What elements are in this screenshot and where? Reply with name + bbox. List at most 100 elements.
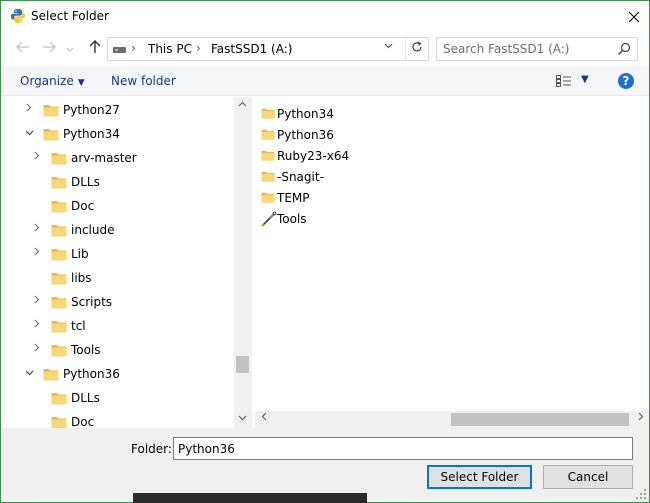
folder-icon	[51, 199, 67, 213]
tree-item[interactable]: Doc	[1, 194, 234, 218]
scroll-right-icon[interactable]	[632, 411, 649, 428]
view-options-icon[interactable]	[556, 75, 572, 87]
chevron-right-icon[interactable]	[31, 222, 43, 236]
folder-icon	[43, 367, 59, 381]
background-taskbar-strip	[133, 493, 367, 503]
tree-item-label: Doc	[71, 415, 95, 428]
view-dropdown-icon[interactable]: ▼	[581, 74, 589, 85]
help-icon[interactable]: ?	[618, 73, 634, 89]
resize-grip-icon[interactable]	[636, 489, 646, 499]
address-bar[interactable]: › This PC › FastSSD1 (A:) ›	[107, 37, 429, 61]
folder-icon	[261, 191, 275, 203]
up-arrow-icon	[89, 40, 101, 53]
tree-item-label: Python34	[63, 127, 120, 141]
list-item[interactable]: -Snagit-	[259, 167, 559, 188]
drive-icon	[113, 47, 126, 53]
tree-item[interactable]: Python34	[1, 122, 234, 146]
chevron-right-icon[interactable]: ›	[131, 41, 136, 55]
folder-icon	[51, 223, 67, 237]
folder-icon	[51, 151, 67, 165]
list-item[interactable]: Ruby23-x64	[259, 146, 559, 167]
tree-item-label: Doc	[71, 199, 95, 213]
list-item-label: -Snagit-	[277, 170, 324, 184]
close-button[interactable]	[619, 1, 649, 32]
select-folder-button[interactable]: Select Folder	[427, 465, 532, 489]
recent-locations-button[interactable]	[63, 40, 77, 58]
chevron-right-icon[interactable]	[31, 294, 43, 308]
list-item[interactable]: Tools	[259, 209, 559, 230]
chevron-right-icon[interactable]	[23, 102, 35, 116]
tree-item[interactable]: arv-master	[1, 146, 234, 170]
tree-item[interactable]: Lib	[1, 242, 234, 266]
refresh-icon	[412, 41, 422, 52]
breadcrumb-this-pc[interactable]: This PC	[148, 42, 192, 56]
folder-icon	[261, 149, 275, 161]
scroll-left-icon[interactable]	[255, 411, 272, 428]
tree-item-label: arv-master	[71, 151, 137, 165]
refresh-button[interactable]	[405, 38, 428, 60]
list-scroll-thumb[interactable]	[451, 413, 629, 426]
chevron-right-icon[interactable]: ›	[196, 41, 201, 55]
organize-button[interactable]: Organize ▼	[20, 74, 85, 88]
python-app-icon	[11, 9, 25, 23]
search-icon	[618, 42, 631, 55]
folder-icon	[51, 295, 67, 309]
folder-icon	[261, 170, 275, 182]
chevron-right-icon[interactable]	[31, 342, 43, 356]
new-folder-button[interactable]: New folder	[111, 74, 176, 88]
search-box[interactable]	[436, 37, 638, 61]
title-bar: Select Folder	[1, 1, 649, 32]
folder-list[interactable]: Python34 Python36 Ruby23-x64 -Snagit- TEMP To…	[255, 97, 649, 411]
tree-item[interactable]: DLLs	[1, 386, 234, 410]
list-item[interactable]: TEMP	[259, 188, 559, 209]
address-dropdown-chevron-icon[interactable]	[384, 41, 393, 52]
chevron-down-icon[interactable]	[23, 366, 35, 380]
breadcrumb-drive[interactable]: FastSSD1 (A:)	[211, 42, 292, 56]
up-button[interactable]	[85, 40, 105, 58]
dialog-footer: Folder: Select Folder Cancel	[1, 428, 649, 502]
list-item-label: Python36	[277, 128, 334, 142]
chevron-right-icon[interactable]	[31, 318, 43, 332]
close-icon	[628, 11, 640, 22]
tree-item[interactable]: libs	[1, 266, 234, 290]
cancel-button[interactable]: Cancel	[543, 465, 633, 489]
tree-item[interactable]: Python36	[1, 362, 234, 386]
tree-scroll-thumb[interactable]	[236, 356, 249, 373]
list-item[interactable]: Python34	[259, 104, 559, 125]
tree-item-label: Tools	[71, 343, 101, 357]
folder-icon	[51, 391, 67, 405]
tree-item[interactable]: Doc	[1, 410, 234, 428]
chevron-right-icon[interactable]: ›	[288, 41, 293, 55]
tree-item[interactable]: Scripts	[1, 290, 234, 314]
folder-icon	[51, 247, 67, 261]
chevron-down-icon[interactable]	[23, 126, 35, 140]
navigation-tree[interactable]: Python27 Python34 arv-master DLLs Doc include…	[1, 97, 251, 428]
list-item-label: Python34	[277, 107, 334, 121]
chevron-right-icon[interactable]	[31, 246, 43, 260]
tree-item-label: DLLs	[71, 175, 100, 189]
back-button[interactable]	[13, 40, 33, 58]
list-item-label: TEMP	[277, 191, 310, 205]
select-folder-dialog: Select Folder › This PC › FastSSD1 (A:) …	[0, 0, 650, 503]
chevron-right-icon[interactable]	[31, 150, 43, 164]
search-input[interactable]	[443, 41, 613, 57]
forward-button[interactable]	[39, 40, 59, 58]
tree-vertical-scrollbar[interactable]	[234, 97, 251, 428]
tree-item[interactable]: Tools	[1, 338, 234, 362]
scroll-up-icon[interactable]	[234, 97, 251, 114]
list-item[interactable]: Python36	[259, 125, 559, 146]
tree-item[interactable]: Python27	[1, 98, 234, 122]
list-horizontal-scrollbar[interactable]	[255, 411, 649, 428]
tree-item[interactable]: DLLs	[1, 170, 234, 194]
tree-item[interactable]: include	[1, 218, 234, 242]
scroll-down-icon[interactable]	[234, 411, 251, 428]
tree-item[interactable]: tcl	[1, 314, 234, 338]
folder-icon	[43, 103, 59, 117]
organize-label: Organize	[20, 74, 74, 88]
folder-name-input[interactable]	[173, 437, 633, 460]
back-arrow-icon	[16, 41, 29, 53]
